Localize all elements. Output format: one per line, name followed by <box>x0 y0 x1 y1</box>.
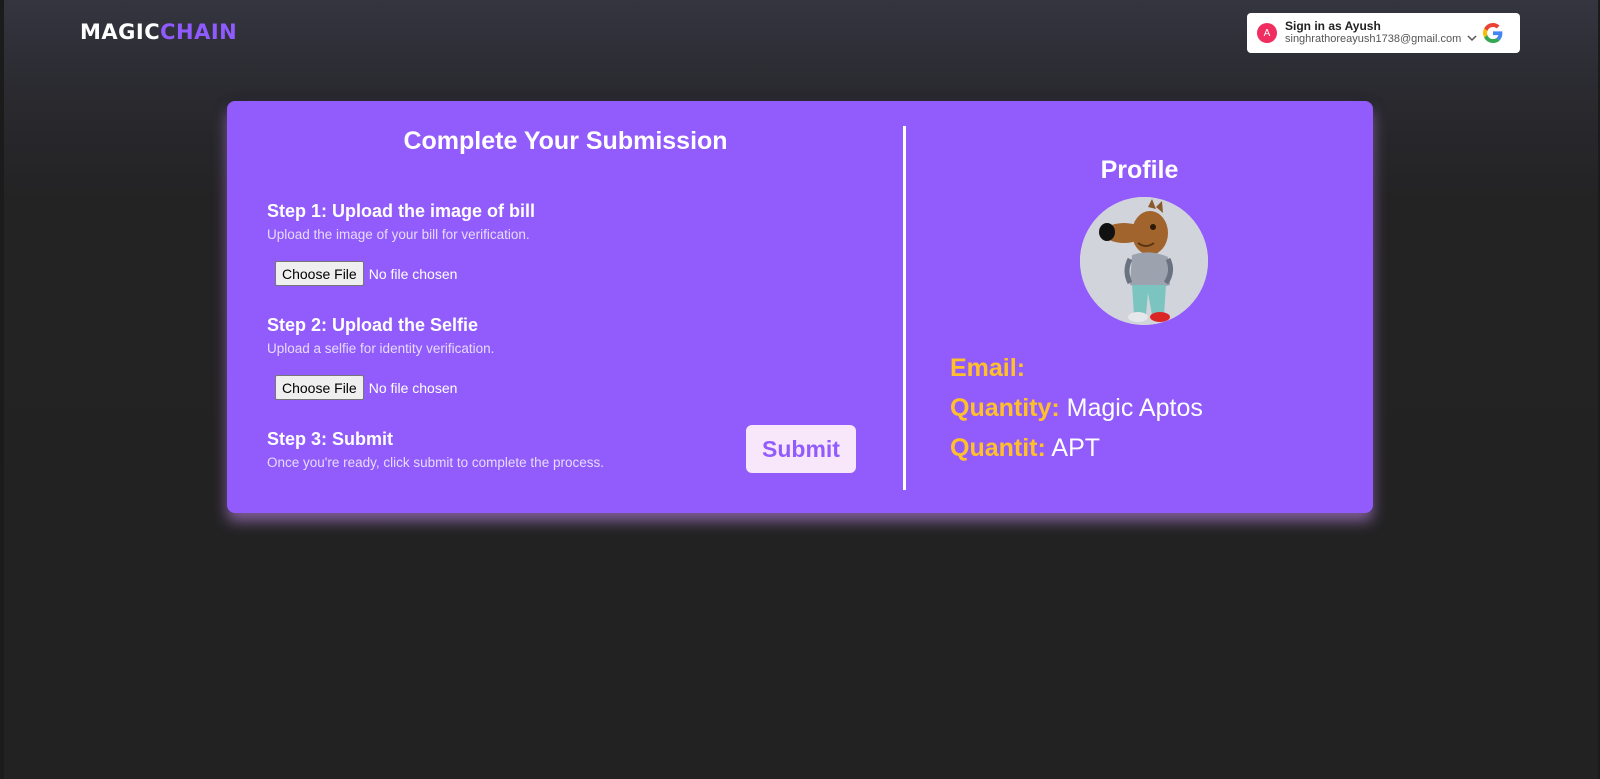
selfie-file-status: No file chosen <box>368 379 458 396</box>
submit-button[interactable]: Submit <box>746 425 856 473</box>
google-signin-title: Sign in as Ayush <box>1285 19 1381 33</box>
google-signin-email: singhrathoreayush1738@gmail.com <box>1285 33 1462 45</box>
submission-card: Complete Your Submission Step 1: Upload … <box>227 101 1373 513</box>
google-account-avatar: A <box>1257 23 1277 43</box>
brand-logo-part1: MAGIC <box>80 20 161 44</box>
bill-file-status: No file chosen <box>368 265 458 282</box>
chevron-down-icon <box>1467 35 1477 42</box>
profile-quantit-label: Quantit: <box>950 434 1046 462</box>
brand-logo-part2: CHAIN <box>160 20 238 44</box>
selfie-choose-file-button[interactable]: Choose File <box>275 375 364 400</box>
step-3-description: Once you're ready, click submit to compl… <box>267 455 604 470</box>
step-2-description: Upload a selfie for identity verificatio… <box>267 341 495 356</box>
step-1-title: Step 1: Upload the image of bill <box>267 201 536 221</box>
step-1: Step 1: Upload the image of bill Upload … <box>267 201 535 242</box>
step-3: Step 3: Submit Once you're ready, click … <box>267 429 604 470</box>
google-logo-icon <box>1483 23 1503 43</box>
profile-quantity-value: Magic Aptos <box>1066 394 1203 422</box>
google-signin-button[interactable]: A Sign in as Ayush singhrathoreayush1738… <box>1247 13 1520 53</box>
step-1-description: Upload the image of your bill for verifi… <box>267 227 530 242</box>
step-2-title: Step 2: Upload the Selfie <box>267 315 479 335</box>
step-2: Step 2: Upload the Selfie Upload a selfi… <box>267 315 494 356</box>
cartoon-dog-avatar-icon <box>1080 197 1208 325</box>
profile-title: Profile <box>1100 156 1179 184</box>
profile-email-label: Email: <box>950 354 1026 382</box>
brand-logo[interactable]: MAGICCHAIN <box>80 20 237 44</box>
profile-avatar <box>1080 197 1208 325</box>
bill-choose-file-button[interactable]: Choose File <box>275 261 364 286</box>
profile-quantity-row: Quantity: Magic Aptos <box>950 394 1203 423</box>
profile-quantit-row: Quantit: APT <box>950 434 1100 463</box>
window-edge-left <box>0 0 4 779</box>
submission-title: Complete Your Submission <box>403 127 728 155</box>
profile-quantit-value: APT <box>1051 434 1101 462</box>
bill-file-input[interactable]: Choose File No file chosen <box>275 261 457 286</box>
step-3-title: Step 3: Submit <box>267 429 394 449</box>
profile-quantity-label: Quantity: <box>950 394 1060 422</box>
profile-email-row: Email: <box>950 354 1025 383</box>
selfie-file-input[interactable]: Choose File No file chosen <box>275 375 457 400</box>
